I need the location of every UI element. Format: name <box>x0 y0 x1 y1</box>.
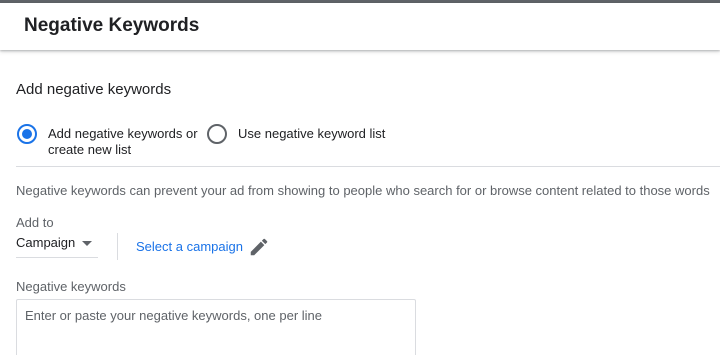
radio-unchecked-icon[interactable] <box>207 124 227 144</box>
negative-keywords-page: Negative Keywords Add negative keywords … <box>0 0 720 355</box>
radio-dot <box>22 129 32 139</box>
section-title: Add negative keywords <box>16 81 172 98</box>
page-title: Negative Keywords <box>24 15 200 36</box>
vertical-separator <box>117 233 118 260</box>
level-dropdown-value: Campaign <box>16 235 76 250</box>
level-dropdown[interactable]: Campaign <box>16 234 98 258</box>
radio-use-keyword-list[interactable]: Use negative keyword list <box>207 124 385 144</box>
negative-keywords-input[interactable] <box>16 299 416 355</box>
radio-checked-icon[interactable] <box>17 124 37 144</box>
select-campaign-link[interactable]: Select a campaign <box>136 239 243 254</box>
pencil-icon[interactable] <box>248 236 270 258</box>
radio-label-list: Use negative keyword list <box>238 126 386 141</box>
dropdown-caret-icon <box>82 241 92 246</box>
add-to-label: Add to <box>16 215 54 230</box>
radio-add-negative-keywords[interactable]: Add negative keywords or create new list <box>17 124 206 158</box>
page-header: Negative Keywords <box>0 3 720 50</box>
helper-text: Negative keywords can prevent your ad fr… <box>16 183 710 198</box>
radio-label-add: Add negative keywords or create new list <box>48 126 198 157</box>
divider <box>16 166 720 167</box>
negative-keywords-label: Negative keywords <box>16 279 126 294</box>
